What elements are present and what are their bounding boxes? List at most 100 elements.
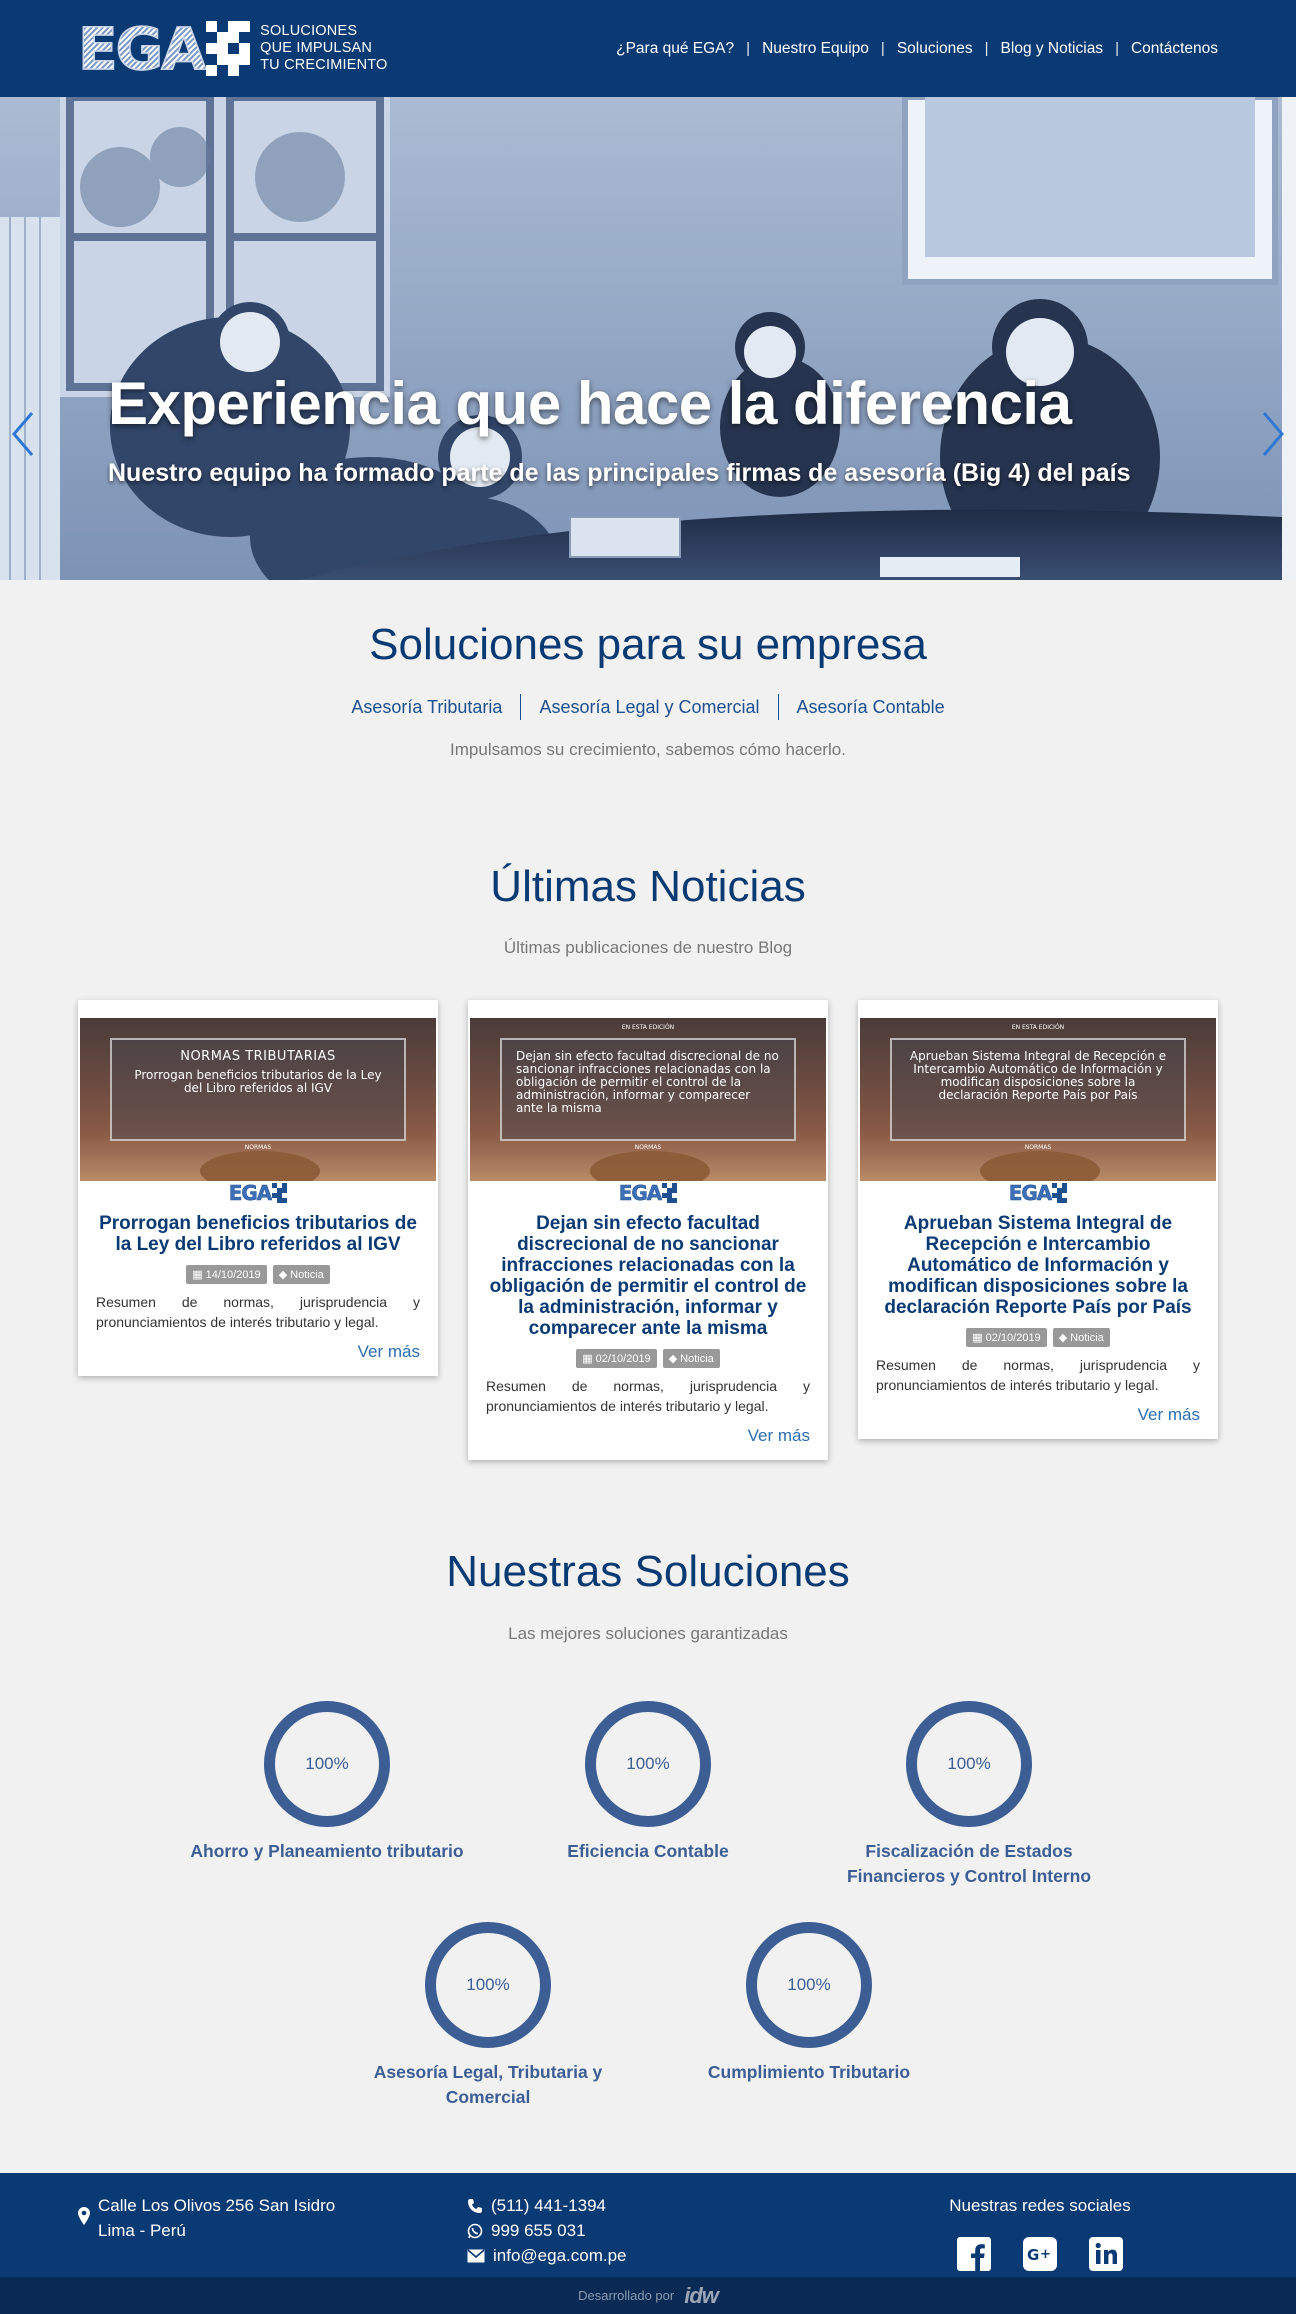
- main-nav: ¿Para qué EGA? | Nuestro Equipo | Soluci…: [604, 40, 1218, 58]
- link-asesoria-contable[interactable]: Asesoría Contable: [779, 697, 963, 718]
- news-card-image[interactable]: EN ESTA EDICIÓN Dejan sin efecto faculta…: [470, 1018, 826, 1181]
- news-card-title[interactable]: Dejan sin efecto facultad discrecional d…: [468, 1203, 828, 1339]
- nav-separator: |: [1115, 40, 1119, 57]
- google-plus-icon[interactable]: G +: [1018, 2232, 1062, 2276]
- nav-separator: |: [746, 40, 751, 57]
- news-card[interactable]: NORMAS TRIBUTARIAS Prorrogan beneficios …: [78, 1000, 438, 1376]
- image-caption: NORMAS TRIBUTARIAS Prorrogan beneficios …: [110, 1038, 406, 1141]
- whatsapp-link[interactable]: 999 655 031: [491, 2218, 586, 2243]
- solution-label: Asesoría Legal, Tributaria y Comercial: [373, 2062, 603, 2107]
- gavel-graphic: [980, 1151, 1100, 1181]
- phone-link[interactable]: (511) 441-1394: [491, 2193, 606, 2218]
- nav-blog-noticias[interactable]: Blog y Noticias: [989, 40, 1116, 58]
- solution-item: 100% Cumplimiento Tributario: [659, 1922, 959, 2085]
- gavel-graphic: [590, 1151, 710, 1181]
- envelope-icon: [467, 2248, 485, 2262]
- tag-icon: ◆: [278, 1269, 288, 1281]
- chevron-left-icon[interactable]: [8, 409, 38, 459]
- tag-badge[interactable]: ◆ Noticia: [1052, 1328, 1110, 1347]
- developer-logo[interactable]: idw: [684, 2283, 719, 2309]
- mini-logo-text: EGA: [228, 1181, 272, 1205]
- image-text: Prorrogan beneficios tributarios de la L…: [134, 1068, 382, 1095]
- news-card-image[interactable]: EN ESTA EDICIÓN Aprueban Sistema Integra…: [860, 1018, 1216, 1181]
- linkedin-icon[interactable]: [1084, 2232, 1128, 2276]
- image-bottom-label: NORMAS: [244, 1144, 272, 1151]
- solutions-links: Asesoría Tributaria Asesoría Legal y Com…: [0, 694, 1296, 720]
- svg-text:+: +: [1040, 2247, 1051, 2262]
- footer-social: Nuestras redes sociales G +: [900, 2193, 1180, 2276]
- hero-title: Experiencia que hace la diferencia: [108, 370, 1072, 437]
- solution-label: Fiscalización de Estados Financieros y C…: [846, 1841, 1092, 1886]
- logo[interactable]: EGA SOLUCIONES QUE IMPULSAN TU CRECIMIEN…: [77, 19, 388, 79]
- mini-logo-grid-icon: [272, 1183, 288, 1203]
- date-text: 02/10/2019: [985, 1331, 1041, 1344]
- svg-text:G: G: [1027, 2246, 1039, 2264]
- solution-item: 100% Asesoría Legal, Tributaria y Comerc…: [338, 1922, 638, 2110]
- image-bottom-label: NORMAS: [634, 1144, 662, 1151]
- hero-subtitle: Nuestro equipo ha formado parte de las p…: [108, 459, 1131, 487]
- mini-logo-text: EGA: [618, 1181, 662, 1205]
- calendar-icon: ▦: [582, 1353, 593, 1365]
- email-link[interactable]: info@ega.com.pe: [493, 2243, 627, 2268]
- facebook-icon[interactable]: [952, 2232, 996, 2276]
- progress-ring: 100%: [425, 1922, 551, 2048]
- calendar-icon: ▦: [972, 1332, 983, 1344]
- logo-grid-icon: [206, 21, 251, 76]
- image-caption: Dejan sin efecto facultad discrecional d…: [500, 1038, 796, 1141]
- news-card[interactable]: EN ESTA EDICIÓN Dejan sin efecto faculta…: [468, 1000, 828, 1460]
- nav-contactenos[interactable]: Contáctenos: [1119, 40, 1218, 58]
- map-pin-icon: [78, 2207, 90, 2225]
- news-card[interactable]: EN ESTA EDICIÓN Aprueban Sistema Integra…: [858, 1000, 1218, 1439]
- hero-photo: [0, 97, 1282, 580]
- whatsapp-icon: [467, 2223, 483, 2238]
- nav-para-que-ega[interactable]: ¿Para qué EGA?: [604, 40, 746, 58]
- tagline-line: QUE IMPULSAN: [260, 40, 373, 56]
- solution-item: 100% Fiscalización de Estados Financiero…: [819, 1701, 1119, 1889]
- tag-badge[interactable]: ◆ Noticia: [272, 1265, 330, 1284]
- hero-slider: Experiencia que hace la diferencia Nuest…: [0, 97, 1296, 580]
- date-text: 02/10/2019: [595, 1352, 651, 1365]
- news-card-image[interactable]: NORMAS TRIBUTARIAS Prorrogan beneficios …: [80, 1018, 436, 1181]
- phone-icon: [468, 2198, 482, 2213]
- solution-label: Ahorro y Planeamiento tributario: [190, 1841, 464, 1861]
- date-badge: ▦ 02/10/2019: [966, 1328, 1047, 1347]
- ver-mas-link[interactable]: Ver más: [1138, 1405, 1200, 1424]
- solutions-intro-tagline: Impulsamos su crecimiento, sabemos cómo …: [450, 740, 846, 759]
- date-text: 14/10/2019: [205, 1268, 261, 1281]
- footer-contact: (511) 441-1394 999 655 031 info@ega.com.…: [467, 2193, 627, 2268]
- nav-separator: |: [984, 40, 989, 57]
- nav-nuestro-equipo[interactable]: Nuestro Equipo: [750, 40, 881, 58]
- nav-soluciones[interactable]: Soluciones: [885, 40, 985, 58]
- tag-badge[interactable]: ◆ Noticia: [662, 1349, 720, 1368]
- our-solutions-subtitle: Las mejores soluciones garantizadas: [508, 1624, 788, 1643]
- tag-text: Noticia: [1070, 1331, 1104, 1344]
- solutions-intro-title: Soluciones para su empresa: [369, 620, 927, 669]
- address-line: Calle Los Olivos 256 San Isidro: [98, 2196, 336, 2215]
- progress-ring: 100%: [746, 1922, 872, 2048]
- news-card-title[interactable]: Aprueban Sistema Integral de Recepción e…: [858, 1203, 1218, 1318]
- news-card-summary: Resumen de normas, jurisprudencia y pron…: [96, 1294, 420, 1330]
- progress-ring: 100%: [906, 1701, 1032, 1827]
- ver-mas-link[interactable]: Ver más: [358, 1342, 420, 1361]
- link-asesoria-tributaria[interactable]: Asesoría Tributaria: [333, 697, 520, 718]
- card-logo: EGA: [858, 1183, 1218, 1203]
- mini-logo-grid-icon: [662, 1183, 678, 1203]
- tagline-line: TU CRECIMIENTO: [260, 57, 388, 73]
- site-footer: Calle Los Olivos 256 San Isidro Lima - P…: [0, 2173, 1296, 2277]
- hero-edge: [1282, 97, 1296, 580]
- chevron-right-icon[interactable]: [1258, 409, 1288, 459]
- tagline-line: SOLUCIONES: [260, 23, 358, 39]
- ver-mas-link[interactable]: Ver más: [748, 1426, 810, 1445]
- image-bottom-label: NORMAS: [1024, 1144, 1052, 1151]
- news-card-title[interactable]: Prorrogan beneficios tributarios de la L…: [78, 1203, 438, 1255]
- nav-separator: |: [880, 40, 885, 57]
- link-asesoria-legal-comercial[interactable]: Asesoría Legal y Comercial: [521, 697, 777, 718]
- image-caption: Aprueban Sistema Integral de Recepción e…: [890, 1038, 1186, 1141]
- card-logo: EGA: [78, 1183, 438, 1203]
- progress-ring: 100%: [264, 1701, 390, 1827]
- solution-label: Eficiencia Contable: [567, 1841, 729, 1861]
- footer-address: Calle Los Olivos 256 San Isidro Lima - P…: [78, 2193, 335, 2243]
- credits-bar: Desarrollado por idw: [0, 2277, 1296, 2314]
- news-title: Últimas Noticias: [490, 862, 806, 911]
- site-header: EGA SOLUCIONES QUE IMPULSAN TU CRECIMIEN…: [0, 0, 1296, 97]
